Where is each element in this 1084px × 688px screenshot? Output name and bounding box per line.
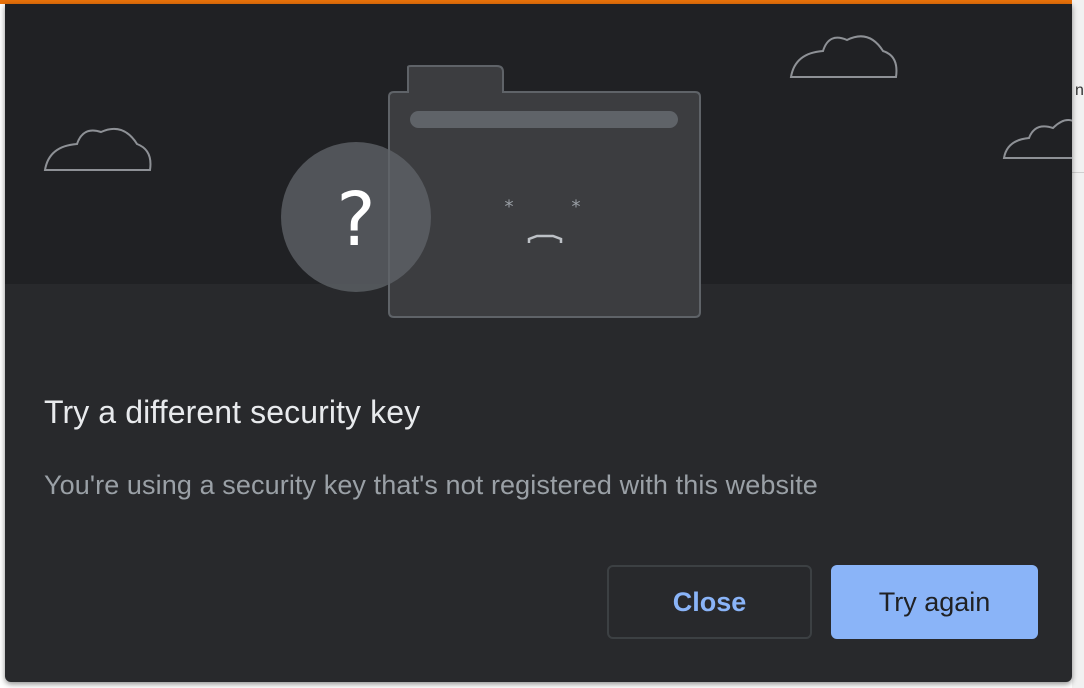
cloud-icon [1002,119,1072,159]
try-again-button-label: Try again [878,586,991,617]
svg-text:⁎: ⁎ [505,191,514,212]
close-button[interactable]: Close [607,565,812,639]
dialog-illustration: ⁎ ⁎ ? [5,4,1072,318]
background-page-edge [1072,0,1084,688]
question-mark-glyph: ? [336,177,375,263]
dialog-title: Try a different security key [44,394,421,430]
background-page-glyph: n [1075,82,1084,99]
question-circle-icon: ? [281,142,431,292]
try-again-button[interactable]: Try again [831,565,1038,639]
dialog-description: You're using a security key that's not r… [44,470,818,500]
cloud-icon [789,35,898,78]
svg-text:⁎: ⁎ [572,191,581,212]
cloud-icon [43,128,152,171]
background-page-divider [1072,172,1084,173]
security-key-dialog: ⁎ ⁎ ? Try a different security key You'r… [5,4,1072,682]
close-button-label: Close [672,586,747,617]
sad-folder-icon: ⁎ ⁎ [388,65,701,318]
